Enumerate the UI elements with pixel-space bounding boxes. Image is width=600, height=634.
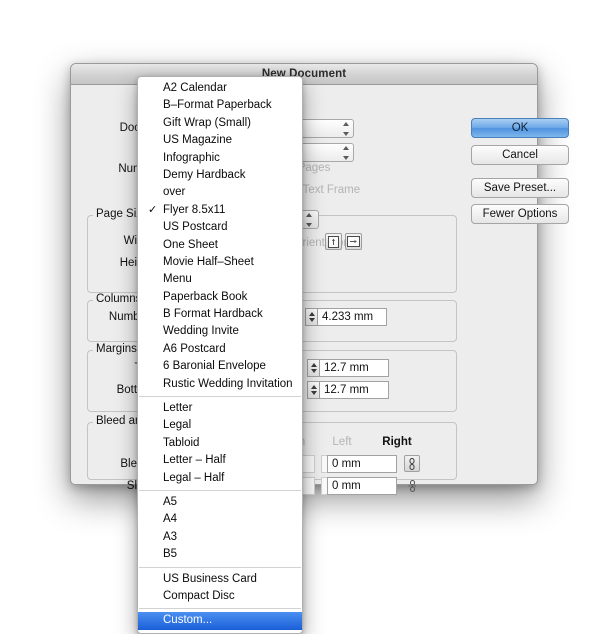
menu-separator [139, 566, 301, 568]
menu-item[interactable]: B5 [138, 546, 302, 563]
chevron-updown-icon [341, 122, 350, 136]
menu-item[interactable]: A5 [138, 494, 302, 511]
menu-item[interactable]: Demy Hardback [138, 167, 302, 184]
menu-item-label: Movie Half–Sheet [163, 255, 254, 268]
menu-item[interactable]: A2 Calendar [138, 80, 302, 97]
menu-item-label: Letter – Half [163, 454, 226, 467]
ok-button[interactable]: OK [471, 118, 569, 138]
menu-item-label: B5 [163, 548, 178, 561]
menu-item-label: One Sheet [163, 238, 218, 251]
broken-chain-link-glyph [408, 479, 416, 492]
checkmark-icon: ✓ [148, 203, 158, 216]
menu-item-label: US Magazine [163, 134, 233, 147]
menu-item-label: Demy Hardback [163, 168, 246, 181]
menu-group-custom: Custom... [138, 612, 302, 630]
portrait-orientation-icon[interactable] [325, 233, 342, 250]
page-size-popup-menu[interactable]: A2 Calendar B–Format Paperback Gift Wrap… [137, 76, 303, 634]
menu-item-label: Wedding Invite [163, 325, 239, 338]
menu-item[interactable]: Infographic [138, 150, 302, 167]
menu-separator [139, 396, 301, 398]
menu-item-label: Gift Wrap (Small) [163, 116, 251, 129]
chevron-updown-icon [341, 146, 350, 160]
menu-item-label: Legal – Half [163, 471, 225, 484]
menu-item[interactable]: Rustic Wedding Invitation [138, 376, 302, 393]
menu-item[interactable]: Paperback Book [138, 289, 302, 306]
menu-group-presets: A2 Calendar B–Format Paperback Gift Wrap… [138, 80, 302, 393]
menu-item-label: Flyer 8.5x11 [163, 203, 226, 216]
menu-group-iso-sizes: A5 A4 A3 B5 [138, 494, 302, 564]
menu-item-label: Letter [163, 402, 193, 415]
menu-item[interactable]: over [138, 184, 302, 201]
menu-item-label: A2 Calendar [163, 82, 227, 94]
menu-item[interactable]: Letter – Half [138, 452, 302, 469]
landscape-glyph [347, 236, 360, 247]
menu-item[interactable]: One Sheet [138, 237, 302, 254]
column-header-left: Left [332, 436, 352, 448]
menu-separator [139, 608, 301, 610]
margin-right-field[interactable]: 12.7 mm [319, 381, 389, 399]
menu-group-misc: US Business Card Compact Disc [138, 571, 302, 606]
menu-item-custom[interactable]: Custom... [138, 612, 302, 630]
menu-item-label: Custom... [163, 614, 213, 627]
menu-separator [139, 489, 301, 491]
menu-item[interactable]: Tabloid [138, 435, 302, 452]
menu-group-us-sizes: Letter Legal Tabloid Letter – Half Legal… [138, 400, 302, 487]
menu-item[interactable]: US Postcard [138, 219, 302, 236]
menu-item[interactable]: B Format Hardback [138, 306, 302, 323]
menu-item-label: Tabloid [163, 436, 200, 449]
cancel-button[interactable]: Cancel [471, 145, 569, 165]
menu-item-label: Rustic Wedding Invitation [163, 377, 293, 390]
margin-left-field[interactable]: 12.7 mm [319, 359, 389, 377]
menu-item-label: Paperback Book [163, 290, 248, 303]
menu-item-label: Legal [163, 419, 192, 432]
slug-right-field[interactable]: 0 mm [327, 477, 397, 495]
menu-item-label: B–Format Paperback [163, 99, 272, 112]
menu-item[interactable]: 6 Baronial Envelope [138, 358, 302, 375]
menu-item[interactable]: Menu [138, 271, 302, 288]
gutter-field[interactable]: 4.233 mm [317, 308, 387, 326]
bleed-right-field[interactable]: 0 mm [327, 455, 397, 473]
margin-right-stepper[interactable] [307, 381, 319, 399]
menu-item-label: A6 Postcard [163, 342, 226, 355]
menu-item[interactable]: US Business Card [138, 571, 302, 588]
menu-item[interactable]: US Magazine [138, 132, 302, 149]
chain-link-glyph [409, 457, 415, 470]
menu-item[interactable]: A4 [138, 511, 302, 528]
menu-item-checked[interactable]: ✓ Flyer 8.5x11 [138, 202, 302, 219]
gutter-stepper[interactable] [305, 308, 317, 326]
column-header-right: Right [382, 436, 412, 448]
margin-left-stepper[interactable] [307, 359, 319, 377]
menu-item-label: over [163, 186, 186, 199]
menu-item-label: Menu [163, 273, 192, 286]
menu-item[interactable]: Wedding Invite [138, 323, 302, 340]
menu-item[interactable]: Gift Wrap (Small) [138, 115, 302, 132]
menu-item-label: 6 Baronial Envelope [163, 360, 266, 373]
menu-item-label: US Postcard [163, 221, 228, 234]
menu-item-label: B Format Hardback [163, 308, 263, 321]
link-bleed-values-icon[interactable] [404, 455, 420, 472]
menu-item-label: A3 [163, 530, 178, 543]
menu-item-label: Infographic [163, 151, 220, 164]
portrait-glyph [328, 235, 339, 248]
menu-item[interactable]: Letter [138, 400, 302, 417]
save-preset-button[interactable]: Save Preset... [471, 178, 569, 198]
menu-item[interactable]: B–Format Paperback [138, 97, 302, 114]
menu-item-label: US Business Card [163, 572, 257, 585]
fewer-options-button[interactable]: Fewer Options [471, 204, 569, 224]
landscape-orientation-icon[interactable] [345, 233, 362, 250]
menu-item-label: A5 [163, 495, 178, 508]
menu-item[interactable]: A6 Postcard [138, 341, 302, 358]
menu-item[interactable]: Legal [138, 417, 302, 434]
menu-item[interactable]: Movie Half–Sheet [138, 254, 302, 271]
chevron-updown-icon [304, 213, 313, 227]
link-slug-values-icon[interactable] [404, 477, 420, 494]
menu-item-label: A4 [163, 513, 178, 526]
menu-item-label: Compact Disc [163, 589, 235, 602]
menu-item[interactable]: A3 [138, 529, 302, 546]
menu-item[interactable]: Legal – Half [138, 470, 302, 487]
menu-item[interactable]: Compact Disc [138, 588, 302, 605]
